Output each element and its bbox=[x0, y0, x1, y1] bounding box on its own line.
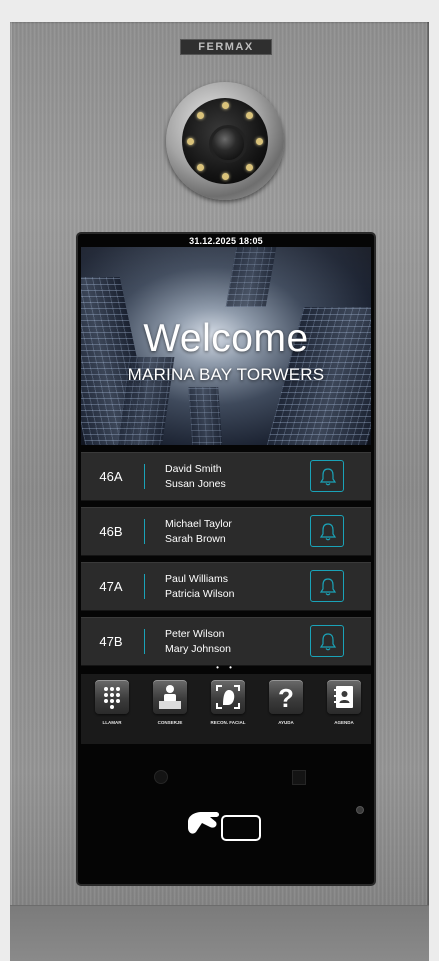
menu-concierge-label: CONSERJE bbox=[157, 720, 183, 725]
apartment-number: 46A bbox=[99, 469, 123, 484]
bell-icon bbox=[319, 633, 337, 651]
keypad-icon bbox=[95, 680, 129, 714]
menu-call-label: LLAMAR bbox=[102, 720, 122, 725]
contacts-book-icon bbox=[327, 680, 361, 714]
help-icon: ? bbox=[269, 680, 303, 714]
proximity-card-reader[interactable] bbox=[182, 802, 270, 846]
ir-led-icon bbox=[222, 173, 229, 180]
resident-name: Michael Taylor bbox=[165, 518, 232, 530]
resident-name: Patricia Wilson bbox=[165, 588, 235, 600]
row-divider bbox=[144, 464, 145, 489]
bell-icon bbox=[319, 578, 337, 596]
menu-face-recognition[interactable]: RECON. FACIAL bbox=[201, 680, 255, 740]
menu-help-label: AYUDA bbox=[278, 720, 294, 725]
menu-face-recognition-label: RECON. FACIAL bbox=[210, 720, 246, 725]
directory-row[interactable]: 46B Michael Taylor Sarah Brown bbox=[81, 507, 371, 556]
row-divider bbox=[144, 574, 145, 599]
resident-name: Susan Jones bbox=[165, 478, 226, 490]
resident-names: Michael Taylor Sarah Brown bbox=[165, 517, 232, 547]
light-sensor bbox=[292, 770, 306, 785]
directory-row[interactable]: 47B Peter Wilson Mary Johnson bbox=[81, 617, 371, 666]
menu-agenda[interactable]: AGENDA bbox=[317, 680, 371, 740]
face-recognition-icon bbox=[211, 680, 245, 714]
menu-concierge[interactable]: CONSERJE bbox=[143, 680, 197, 740]
ir-led-icon bbox=[187, 138, 194, 145]
bottom-menu: LLAMAR CONSERJE RECON. FACIAL ? AYUDA AG… bbox=[81, 674, 371, 744]
proximity-sensor bbox=[154, 770, 168, 784]
apartment-number: 47B bbox=[99, 634, 123, 649]
call-button[interactable] bbox=[310, 570, 344, 602]
welcome-banner: Welcome MARINA BAY TORWERS bbox=[81, 247, 371, 445]
ir-led-icon bbox=[222, 102, 229, 109]
camera-lens-icon bbox=[209, 125, 247, 163]
ir-led-icon bbox=[246, 112, 253, 119]
bell-icon bbox=[319, 468, 337, 486]
panel-bottom-strip bbox=[10, 905, 429, 961]
apartment-number: 47A bbox=[99, 579, 123, 594]
concierge-icon bbox=[153, 680, 187, 714]
ir-led-icon bbox=[197, 164, 204, 171]
svg-text:?: ? bbox=[278, 683, 294, 713]
ir-led-icon bbox=[256, 138, 263, 145]
resident-name: Sarah Brown bbox=[165, 533, 226, 545]
call-button[interactable] bbox=[310, 460, 344, 492]
menu-call[interactable]: LLAMAR bbox=[85, 680, 139, 740]
menu-help[interactable]: ? AYUDA bbox=[259, 680, 313, 740]
call-button[interactable] bbox=[310, 515, 344, 547]
touch-screen: 31.12.2025 18:05 Welcome MARINA BAY TORW… bbox=[78, 234, 374, 884]
screw-icon bbox=[356, 806, 364, 814]
call-button[interactable] bbox=[310, 625, 344, 657]
brand-logo: FERMAX bbox=[180, 39, 272, 55]
ir-led-icon bbox=[246, 164, 253, 171]
page-indicator[interactable]: • • bbox=[78, 663, 374, 672]
resident-names: David Smith Susan Jones bbox=[165, 462, 226, 492]
resident-names: Paul Williams Patricia Wilson bbox=[165, 572, 234, 602]
apartment-number: 46B bbox=[99, 524, 123, 539]
row-divider bbox=[144, 629, 145, 654]
menu-agenda-label: AGENDA bbox=[334, 720, 354, 725]
directory-row[interactable]: 47A Paul Williams Patricia Wilson bbox=[81, 562, 371, 611]
resident-name: David Smith bbox=[165, 463, 222, 475]
bell-icon bbox=[319, 523, 337, 541]
skyscraper-image bbox=[225, 247, 277, 307]
camera-module bbox=[182, 98, 268, 184]
row-divider bbox=[144, 519, 145, 544]
welcome-title: Welcome bbox=[143, 317, 309, 360]
card-reader-icon bbox=[188, 812, 261, 841]
resident-name: Peter Wilson bbox=[165, 628, 225, 640]
skyscraper-image bbox=[188, 387, 224, 445]
resident-name: Paul Williams bbox=[165, 573, 229, 585]
resident-names: Peter Wilson Mary Johnson bbox=[165, 627, 231, 657]
camera-housing bbox=[166, 82, 284, 200]
ir-led-icon bbox=[197, 112, 204, 119]
directory-row[interactable]: 46A David Smith Susan Jones bbox=[81, 452, 371, 501]
datetime-status: 31.12.2025 18:05 bbox=[189, 236, 263, 246]
resident-name: Mary Johnson bbox=[165, 643, 231, 655]
building-name: MARINA BAY TORWERS bbox=[127, 365, 325, 384]
